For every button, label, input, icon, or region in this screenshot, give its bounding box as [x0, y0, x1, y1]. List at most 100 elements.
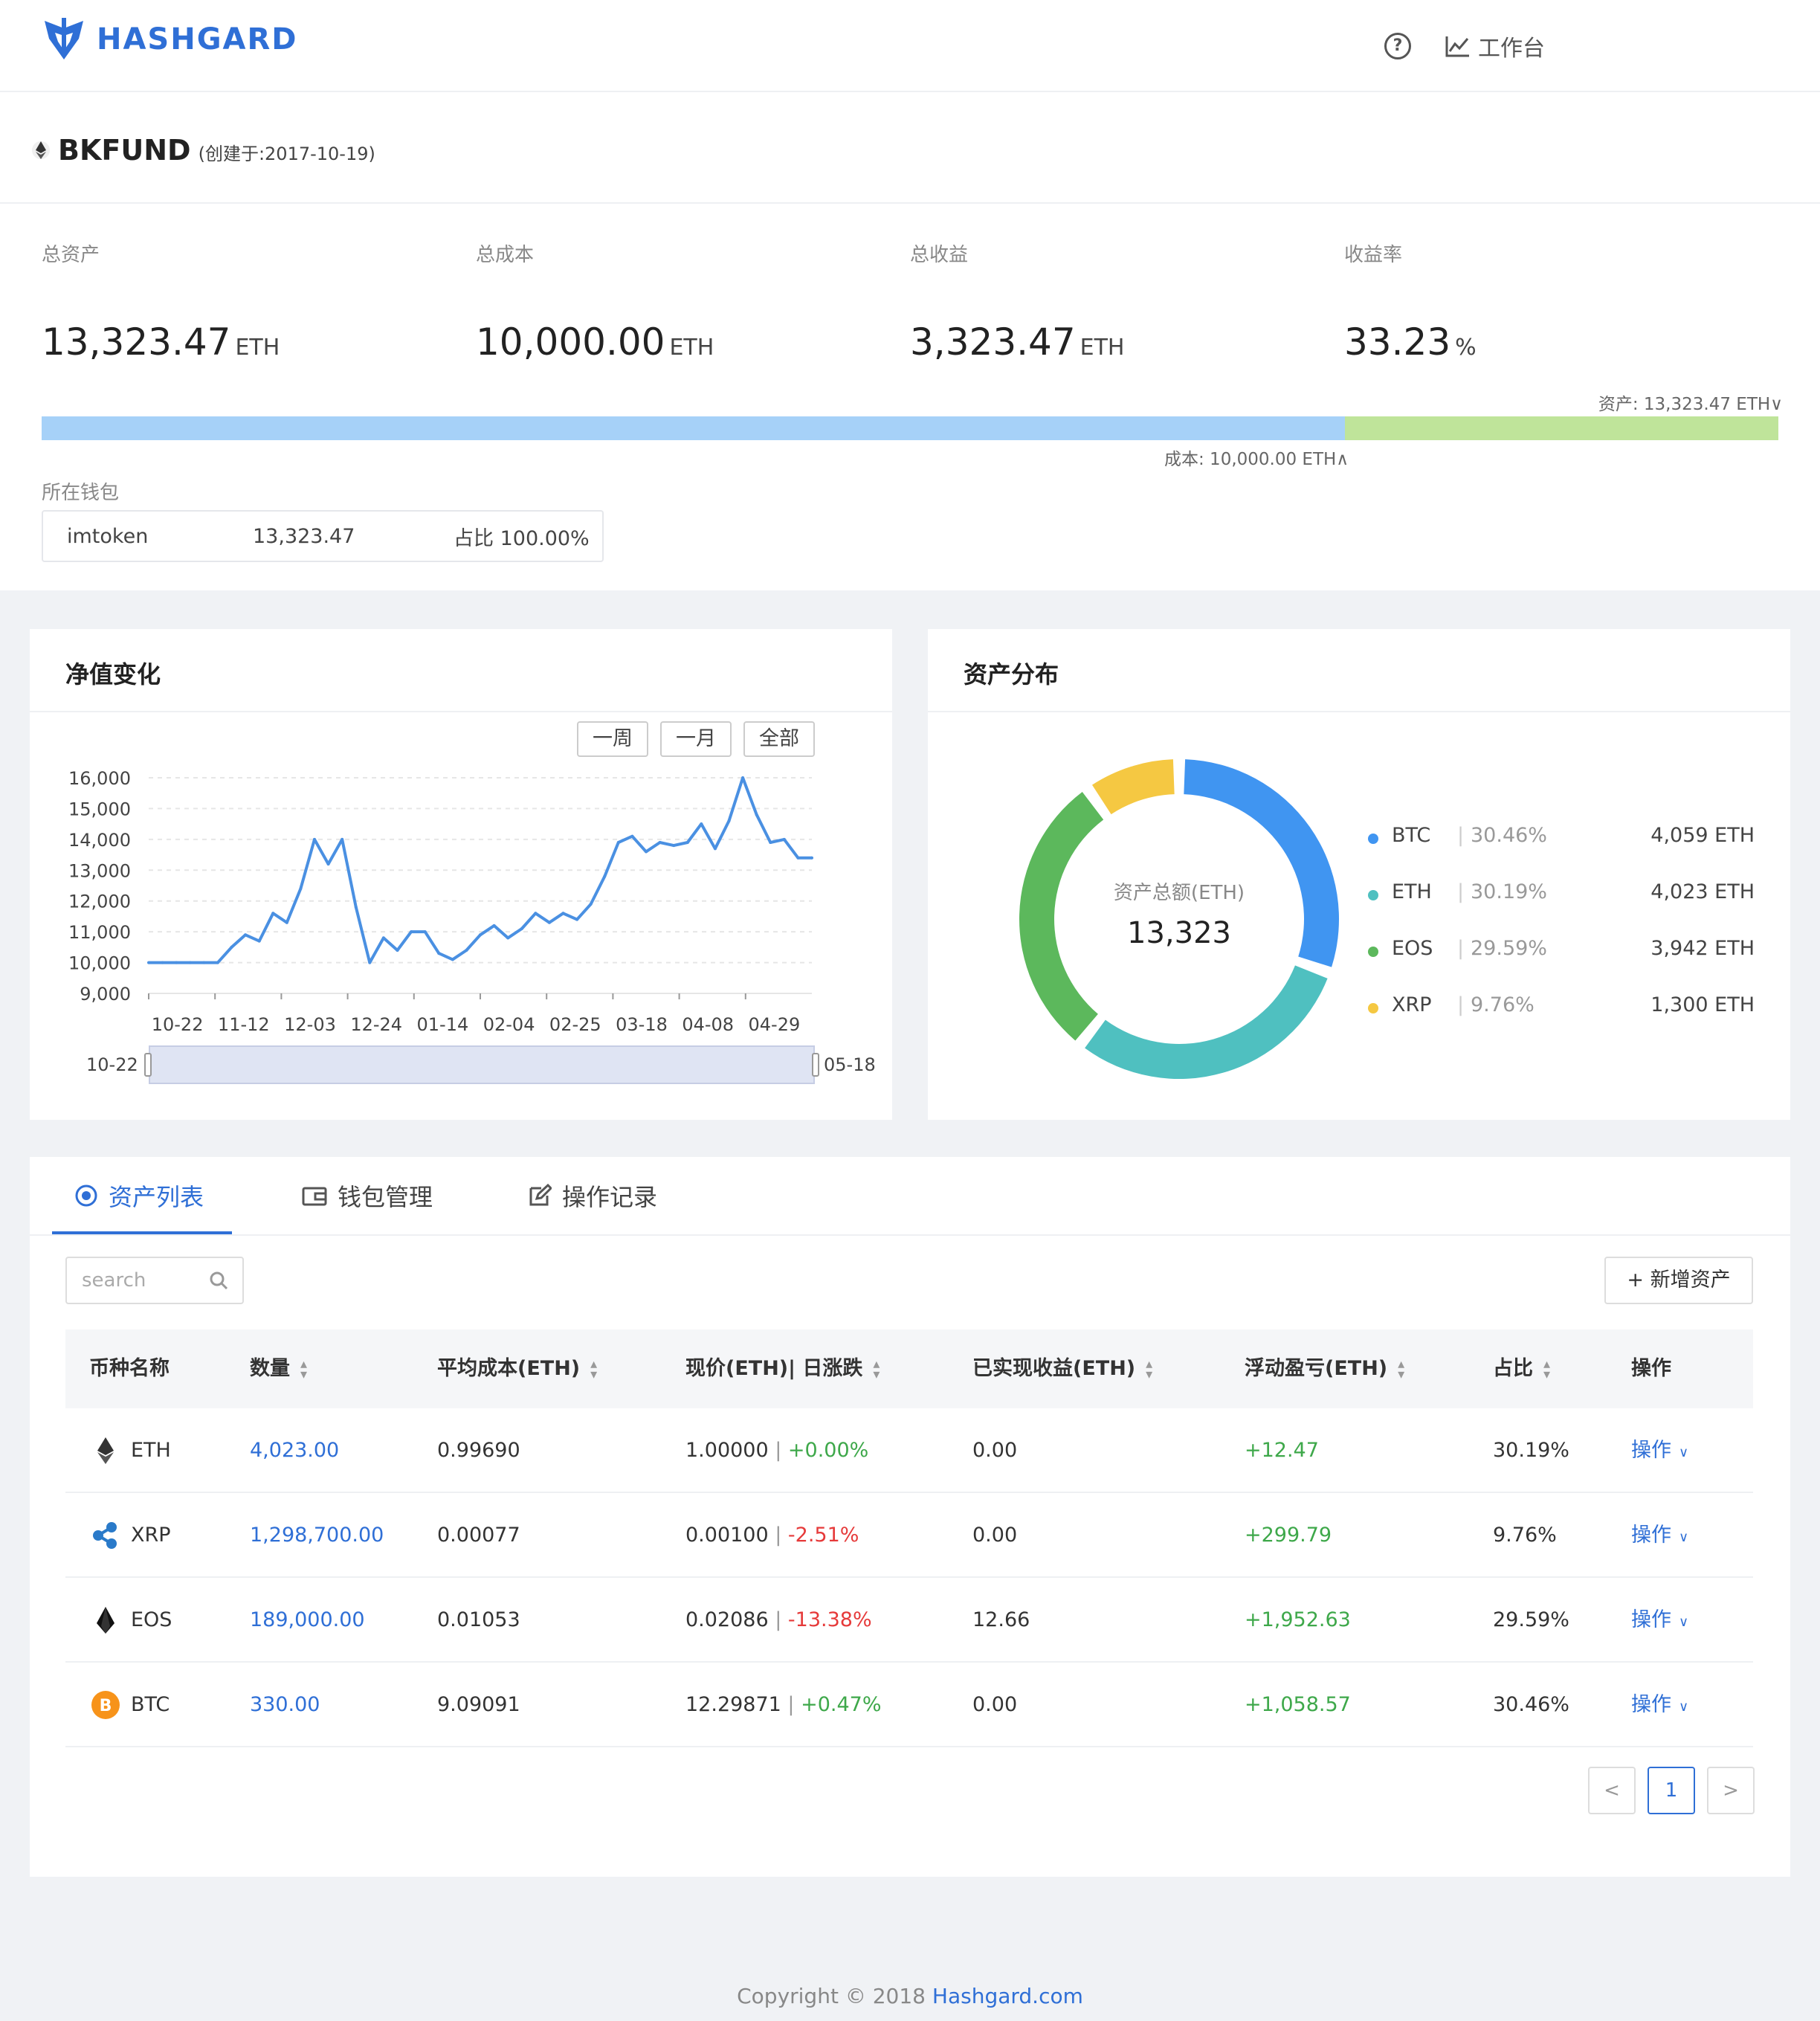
wallet-icon: [302, 1187, 327, 1206]
eth-icon: [97, 1437, 114, 1464]
row-action-dropdown[interactable]: 操作 ∨: [1631, 1493, 1688, 1578]
nav-data-point: [616, 841, 620, 844]
gain-bar-segment: [1345, 416, 1778, 440]
line-chart-icon: [1445, 36, 1469, 57]
range-month-button[interactable]: 一月: [660, 721, 732, 757]
nav-data-point: [658, 841, 662, 844]
hashgard-logo[interactable]: HASHGARD: [42, 16, 298, 62]
x-tick-label: 01-14: [417, 1014, 469, 1035]
legend-percent: 9.76%: [1471, 993, 1535, 1016]
search-input[interactable]: [82, 1267, 208, 1294]
card-title: 净值变化: [65, 660, 161, 689]
zoom-handle-left[interactable]: [144, 1053, 152, 1077]
column-header-coin: 币种名称: [89, 1357, 170, 1380]
question-circle-icon[interactable]: ?: [1384, 33, 1411, 59]
wallet-card[interactable]: imtoken 13,323.47 占比 100.00%: [42, 510, 604, 562]
nav-data-point: [672, 844, 676, 848]
workbench-link[interactable]: 工作台: [1445, 30, 1545, 62]
nav-data-point: [437, 952, 441, 955]
quantity-link[interactable]: 330.00: [250, 1663, 320, 1747]
sort-icon[interactable]: ▴ ▾: [1398, 1357, 1404, 1381]
row-action-dropdown[interactable]: 操作 ∨: [1631, 1408, 1688, 1493]
legend-item-xrp[interactable]: XRP | 9.76% 1,300 ETH: [928, 993, 1790, 1023]
pagination-prev-button[interactable]: <: [1588, 1767, 1636, 1814]
realized-gain: 0.00: [972, 1524, 1018, 1547]
zoom-end-label: 05-18: [824, 1054, 876, 1075]
legend-percent: 30.46%: [1471, 824, 1547, 847]
nav-data-point: [492, 924, 496, 927]
nav-data-point: [244, 933, 248, 937]
legend-amount: 4,059 ETH: [1650, 824, 1755, 847]
asset-bar-label[interactable]: 资产: 13,323.47 ETH∨: [1598, 390, 1783, 415]
zoom-slider[interactable]: [149, 1045, 815, 1084]
row-action-dropdown[interactable]: 操作 ∨: [1631, 1663, 1688, 1747]
sort-icon[interactable]: ▴ ▾: [1543, 1357, 1550, 1381]
x-tick-label: 11-12: [218, 1014, 270, 1035]
nav-data-point: [285, 921, 288, 924]
sort-icon[interactable]: ▴ ▾: [590, 1357, 597, 1381]
stat-label: 总收益: [910, 244, 969, 266]
x-tick-label: 02-25: [549, 1014, 601, 1035]
pagination-next-button[interactable]: >: [1707, 1767, 1755, 1814]
nav-data-point: [685, 841, 689, 844]
legend-separator: |: [1457, 880, 1465, 903]
sort-icon[interactable]: ▴ ▾: [1146, 1357, 1152, 1381]
nav-data-point: [451, 958, 454, 961]
legend-dot: [1368, 1003, 1378, 1013]
column-header-floating[interactable]: 浮动盈亏(ETH) ▴ ▾: [1245, 1329, 1404, 1408]
column-header-quantity[interactable]: 数量 ▴ ▾: [250, 1329, 307, 1408]
stat-value: 13,323.47: [42, 320, 231, 364]
share-percent: 29.59%: [1493, 1608, 1569, 1631]
nav-data-point: [769, 841, 772, 844]
tab-wallet-management[interactable]: 钱包管理: [302, 1157, 433, 1234]
stat-unit: ETH: [669, 335, 714, 361]
tab-operation-log[interactable]: 操作记录: [528, 1157, 657, 1234]
legend-item-btc[interactable]: BTC | 30.46% 4,059 ETH: [928, 824, 1790, 854]
column-header-share[interactable]: 占比 ▴ ▾: [1493, 1329, 1550, 1408]
nav-data-point: [175, 961, 178, 964]
legend-percent: 29.59%: [1471, 937, 1547, 960]
asset-list-card: 资产列表 钱包管理 操作记录 + 新增资产 币种名称 数量▴▾ 平均成本(ETH…: [30, 1157, 1790, 1877]
nav-data-point: [534, 912, 538, 915]
legend-item-eth[interactable]: ETH | 30.19% 4,023 ETH: [928, 880, 1790, 910]
search-icon[interactable]: [208, 1270, 229, 1291]
tab-label: 资产列表: [109, 1183, 204, 1211]
nav-data-point: [645, 850, 648, 854]
stat-label: 总成本: [476, 244, 535, 266]
nav-data-point: [603, 874, 607, 878]
quantity-link[interactable]: 189,000.00: [250, 1578, 365, 1663]
svg-text:B: B: [100, 1697, 112, 1715]
legend-separator: |: [1457, 824, 1465, 847]
copyright-text: Copyright © 2018: [737, 1984, 932, 2008]
nav-data-point: [465, 949, 468, 952]
legend-item-eos[interactable]: EOS | 29.59% 3,942 ETH: [928, 937, 1790, 967]
add-asset-button[interactable]: + 新增资产: [1604, 1257, 1753, 1304]
sort-icon[interactable]: ▴ ▾: [873, 1357, 880, 1381]
column-header-realized[interactable]: 已实现收益(ETH) ▴ ▾: [972, 1329, 1152, 1408]
footer-link[interactable]: Hashgard.com: [932, 1984, 1083, 2008]
pagination-page-1[interactable]: 1: [1648, 1767, 1695, 1814]
tab-asset-list[interactable]: 资产列表: [74, 1157, 204, 1234]
column-header-price-change[interactable]: 现价(ETH)| 日涨跌 ▴ ▾: [685, 1329, 880, 1408]
x-tick-label: 10-22: [152, 1014, 204, 1035]
sort-icon[interactable]: ▴ ▾: [300, 1357, 307, 1381]
column-header-avg-cost[interactable]: 平均成本(ETH) ▴ ▾: [437, 1329, 597, 1408]
tabs-divider: [30, 1234, 1790, 1236]
range-week-button[interactable]: 一周: [577, 721, 648, 757]
coin-name: BTC: [131, 1693, 170, 1716]
row-action-dropdown[interactable]: 操作 ∨: [1631, 1578, 1688, 1663]
zoom-handle-right[interactable]: [812, 1053, 819, 1077]
stat-unit: ETH: [1080, 335, 1125, 361]
range-all-button[interactable]: 全部: [743, 721, 815, 757]
nav-data-point: [700, 822, 703, 826]
avg-cost: 0.00077: [437, 1524, 520, 1547]
quantity-link[interactable]: 4,023.00: [250, 1408, 339, 1493]
quantity-link[interactable]: 1,298,700.00: [250, 1493, 384, 1578]
cost-bar-label[interactable]: 成本: 10,000.00 ETH∧: [1164, 445, 1349, 470]
nav-data-point: [354, 906, 358, 909]
x-tick-label: 04-08: [682, 1014, 734, 1035]
donut-slice-xrp[interactable]: [1091, 759, 1175, 815]
legend-name: XRP: [1392, 993, 1432, 1016]
stat-unit: %: [1455, 335, 1477, 361]
x-tick-label: 12-03: [284, 1014, 336, 1035]
